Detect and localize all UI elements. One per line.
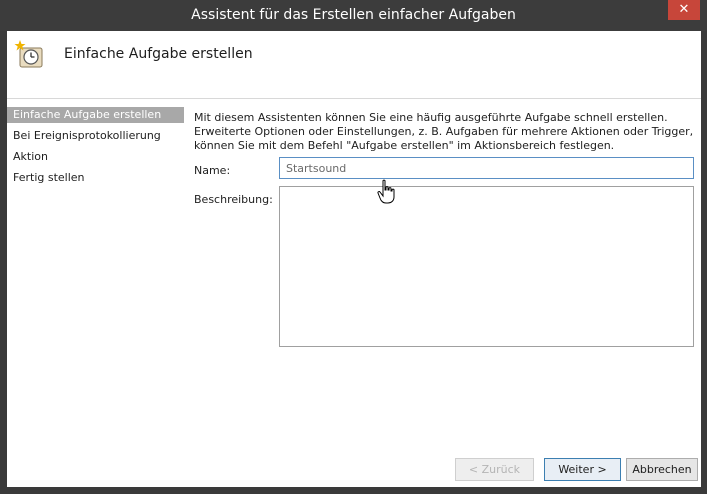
description-field[interactable] [279,186,694,347]
step-item-action[interactable]: Aktion [7,149,184,165]
task-scheduler-clock-icon [14,40,43,68]
page-title: Einfache Aufgabe erstellen [64,46,253,62]
description-label: Beschreibung: [194,193,273,206]
header-divider [7,98,701,99]
back-button[interactable]: < Zurück [455,458,534,481]
hand-cursor-icon [377,179,395,204]
intro-line: können Sie mit dem Befehl "Aufgabe erste… [194,139,615,152]
wizard-window: Assistent für das Erstellen einfacher Au… [0,0,707,494]
title-bar[interactable]: Assistent für das Erstellen einfacher Au… [0,0,707,31]
step-item-create-task[interactable]: Einfache Aufgabe erstellen [7,107,184,123]
name-label: Name: [194,164,231,177]
cancel-button[interactable]: Abbrechen [626,458,698,481]
next-button[interactable]: Weiter > [544,458,621,481]
intro-text: Mit diesem Assistenten können Sie eine h… [194,111,694,153]
wizard-client-area: Einfache Aufgabe erstellen Einfache Aufg… [7,31,701,487]
step-item-trigger[interactable]: Bei Ereignisprotokollierung [7,128,184,144]
close-button[interactable]: ✕ [668,0,700,20]
intro-line: Mit diesem Assistenten können Sie eine h… [194,111,668,124]
intro-line: Erweiterte Optionen oder Einstellungen, … [194,125,694,138]
step-item-finish[interactable]: Fertig stellen [7,170,184,186]
window-title: Assistent für das Erstellen einfacher Au… [191,7,516,23]
name-field[interactable] [279,157,694,179]
